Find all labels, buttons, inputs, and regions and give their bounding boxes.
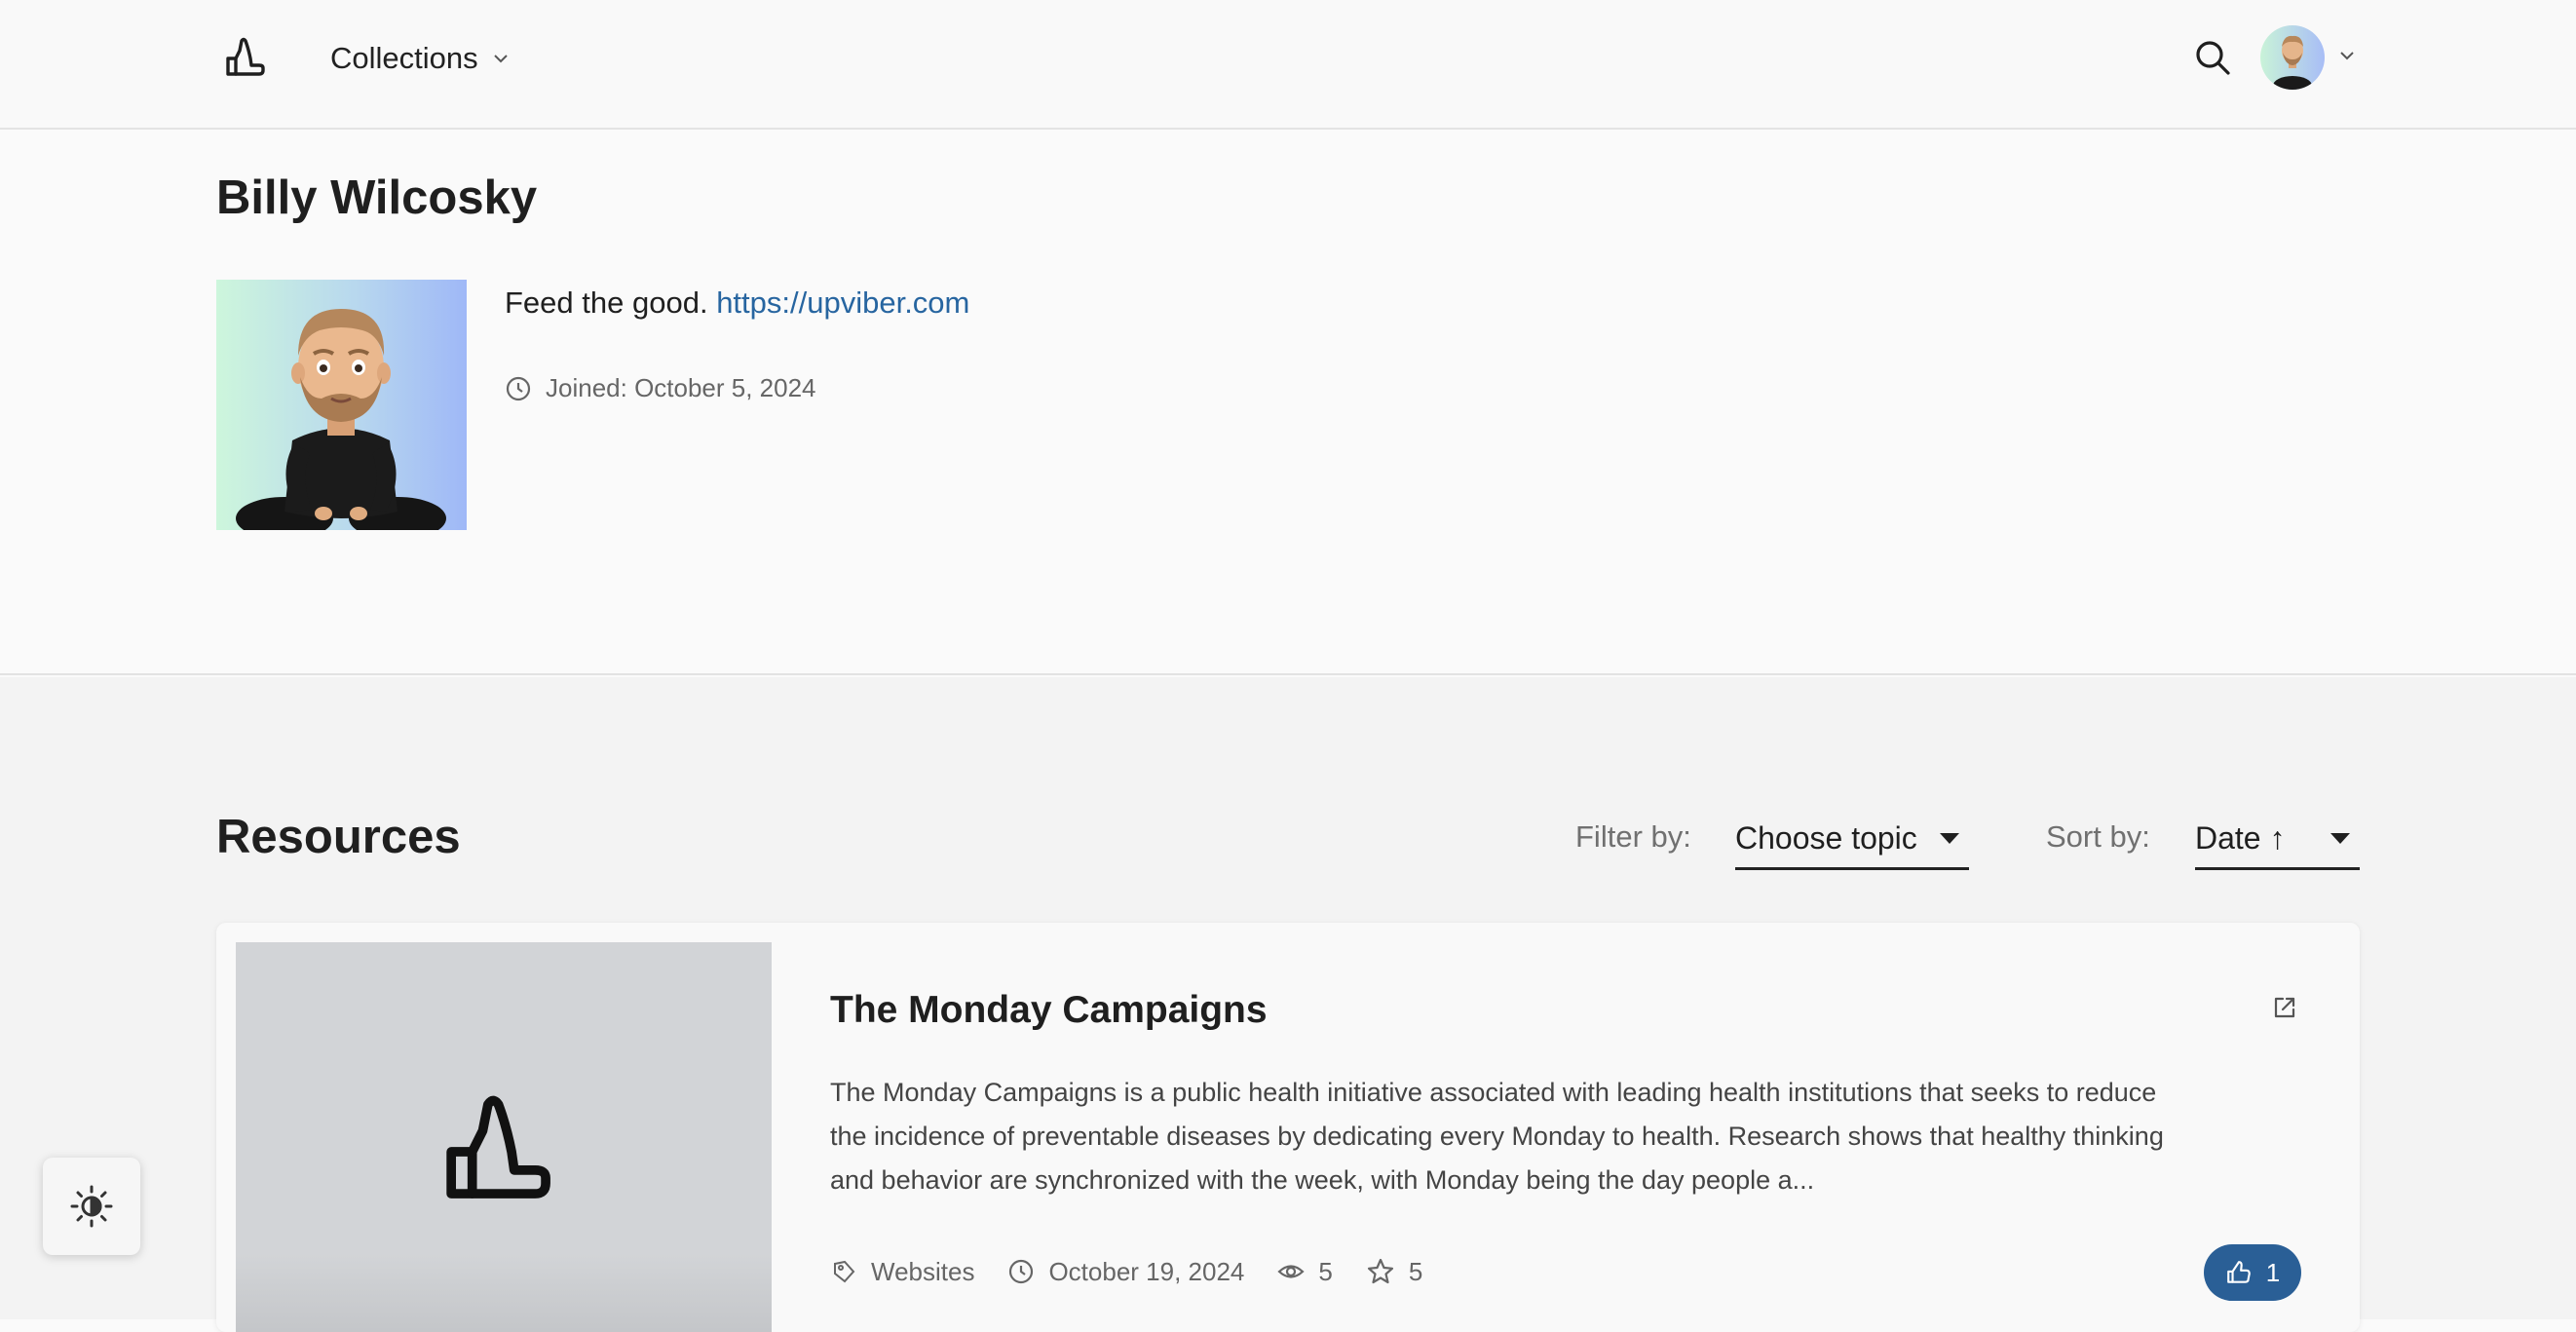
meta-category[interactable]: Websites [830,1257,974,1287]
bio-link[interactable]: https://upviber.com [716,285,969,320]
clock-icon [1009,1259,1034,1284]
collections-menu[interactable]: Collections [330,35,510,82]
thumbs-up-icon [446,1095,550,1199]
joined-date: Joined: October 5, 2024 [505,373,816,403]
filter-label: Filter by: [1575,819,1691,854]
profile-name: Billy Wilcosky [216,171,538,224]
caret-down-icon [2330,833,2350,844]
filter-value: Choose topic [1735,820,1917,856]
bio-text: Feed the good. [505,285,708,320]
stars-count: 5 [1408,1256,1423,1286]
resource-description: The Monday Campaigns is a public health … [830,1078,2164,1195]
tag-icon [834,1260,855,1283]
star-icon [1367,1258,1393,1284]
theme-contrast-icon [70,1185,113,1228]
user-avatar-button[interactable] [2260,25,2325,90]
date-label: October 19, 2024 [1048,1256,1245,1286]
search-icon[interactable] [2192,37,2233,78]
joined-text: Joined: October 5, 2024 [546,373,816,402]
sort-select[interactable]: Date ↑ [2195,810,2360,870]
resources-section: Resources Filter by: Choose topic Sort b… [0,677,2576,1332]
like-button[interactable]: 1 [2204,1244,2301,1301]
category-label: Websites [871,1256,975,1286]
profile-avatar [216,280,467,530]
topic-filter-select[interactable]: Choose topic [1735,810,1969,870]
eye-icon [1277,1265,1306,1278]
meta-stars[interactable]: 5 [1366,1257,1422,1287]
collections-label: Collections [330,41,478,75]
resource-title[interactable]: The Monday Campaigns [830,989,1268,1032]
external-link-icon[interactable] [2270,993,2299,1022]
resource-card[interactable]: The Monday Campaigns The Monday Campaign… [216,923,2360,1332]
clock-icon [506,376,531,400]
meta-views: 5 [1277,1256,1333,1287]
resource-meta: Websites October 19, 2024 5 5 [830,1252,1456,1291]
avatar [2273,35,2312,90]
profile-bio: Feed the good. https://upviber.com [505,285,969,321]
chevron-down-icon [493,55,508,63]
resource-thumbnail[interactable] [236,942,772,1332]
sort-value: Date ↑ [2195,820,2286,856]
like-count: 1 [2265,1257,2281,1287]
theme-toggle-button[interactable] [43,1158,140,1255]
sort-label: Sort by: [2046,819,2150,854]
meta-date: October 19, 2024 [1007,1257,1244,1287]
views-count: 5 [1318,1256,1333,1286]
resources-heading: Resources [216,811,461,863]
chevron-down-icon[interactable] [2336,45,2358,66]
top-navigation-bar: Collections [0,0,2576,130]
caret-down-icon [1940,833,1959,844]
profile-section: Billy Wilcosky Feed the good. https://up… [0,132,2576,675]
thumbs-up-icon [2226,1261,2251,1283]
thumbs-up-logo-icon[interactable] [222,33,273,84]
